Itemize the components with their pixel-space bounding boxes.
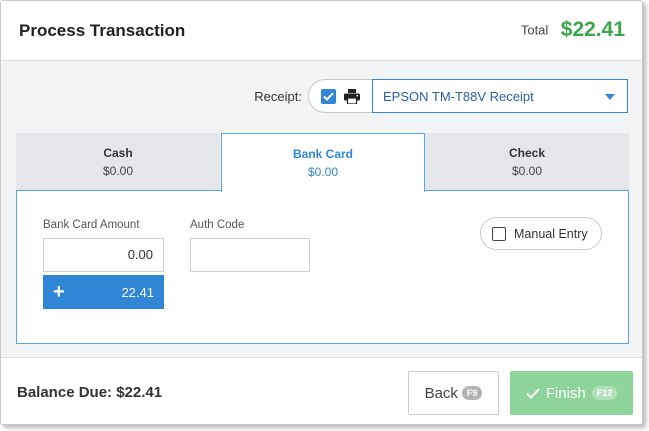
checkmark-icon bbox=[526, 387, 540, 399]
total-value: $22.41 bbox=[560, 18, 625, 41]
checkbox-icon[interactable] bbox=[492, 226, 506, 241]
total-label: Total bbox=[520, 22, 549, 38]
plus-icon: + bbox=[53, 281, 65, 303]
print-receipt-toggle[interactable] bbox=[308, 79, 372, 113]
back-button[interactable]: Back F9 bbox=[408, 371, 499, 415]
finish-button[interactable]: Finish F12 bbox=[510, 371, 633, 415]
payment-tabs: Cash $0.00 Bank Card $0.00 Check $0.00 bbox=[16, 133, 629, 192]
tab-bank-card-amount: $0.00 bbox=[307, 165, 339, 179]
back-shortcut-badge: F9 bbox=[461, 386, 483, 400]
tab-bank-card[interactable]: Bank Card $0.00 bbox=[221, 133, 425, 192]
process-transaction-dialog: Process Transaction Total $22.41 Receipt… bbox=[0, 0, 643, 425]
receipt-printer-select[interactable]: EPSON TM-T88V Receipt bbox=[372, 79, 628, 113]
finish-button-label: Finish bbox=[545, 384, 586, 402]
printer-icon bbox=[344, 88, 360, 104]
bank-card-panel: Bank Card Amount 0.00 + 22.41 Auth Code … bbox=[16, 190, 629, 344]
tab-cash-label: Cash bbox=[103, 146, 133, 160]
dialog-header: Process Transaction Total $22.41 bbox=[1, 1, 642, 61]
add-amount-value: 22.41 bbox=[121, 284, 154, 300]
auth-code-label: Auth Code bbox=[190, 219, 245, 231]
back-button-label: Back bbox=[424, 384, 458, 402]
tab-check-label: Check bbox=[508, 146, 546, 160]
manual-entry-label: Manual Entry bbox=[514, 226, 588, 241]
tab-check[interactable]: Check $0.00 bbox=[425, 133, 629, 191]
auth-code-input[interactable] bbox=[190, 238, 310, 272]
bank-card-amount-label: Bank Card Amount bbox=[43, 219, 140, 231]
receipt-row: Receipt: EPSON TM-T88V Receipt bbox=[254, 79, 628, 113]
tab-check-amount: $0.00 bbox=[511, 164, 543, 178]
dialog-title: Process Transaction bbox=[19, 21, 186, 40]
chevron-down-icon bbox=[605, 94, 615, 100]
finish-shortcut-badge: F12 bbox=[591, 386, 618, 400]
bank-card-amount-input[interactable]: 0.00 bbox=[43, 238, 164, 272]
tab-cash-amount: $0.00 bbox=[102, 164, 134, 178]
manual-entry-toggle[interactable]: Manual Entry bbox=[480, 217, 602, 250]
add-amount-button[interactable]: + 22.41 bbox=[43, 275, 164, 309]
dialog-footer: Balance Due: $22.41 Back F9 Finish F12 bbox=[1, 357, 642, 424]
tab-cash[interactable]: Cash $0.00 bbox=[16, 133, 220, 191]
tab-bank-card-label: Bank Card bbox=[292, 147, 354, 161]
receipt-label: Receipt: bbox=[254, 88, 302, 104]
balance-due: Balance Due: $22.41 bbox=[17, 384, 163, 401]
checkbox-checked-icon[interactable] bbox=[321, 88, 336, 104]
total-display: Total $22.41 bbox=[521, 18, 625, 42]
receipt-printer-value: EPSON TM-T88V Receipt bbox=[383, 88, 534, 104]
